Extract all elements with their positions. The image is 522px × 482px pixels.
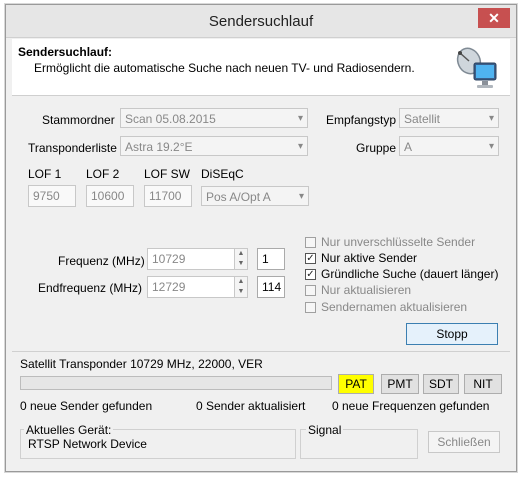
- header-description: Ermöglicht die automatische Suche nach n…: [34, 61, 415, 75]
- stopp-button[interactable]: Stopp: [406, 323, 498, 345]
- chevron-down-icon: ▾: [297, 113, 303, 124]
- frequenz-stepper[interactable]: ▲ ▼: [234, 248, 248, 270]
- lof2-input[interactable]: 10600: [86, 185, 134, 207]
- dialog-header: Sendersuchlauf: Ermöglicht die automatis…: [12, 39, 510, 96]
- frequenz-input[interactable]: 10729: [147, 248, 235, 270]
- table-sdt: SDT: [423, 374, 459, 394]
- stammordner-combo[interactable]: Scan 05.08.2015 ▾: [120, 108, 308, 128]
- option-unverschluesselt-checkbox[interactable]: [305, 237, 316, 248]
- lofsw-input[interactable]: 11700: [144, 185, 192, 207]
- current-device-value: RTSP Network Device: [28, 437, 147, 451]
- option-aktualisieren-checkbox[interactable]: [305, 285, 316, 296]
- option-nur-aktive-label: Nur aktive Sender: [321, 251, 418, 265]
- gruppe-label: Gruppe: [356, 141, 397, 155]
- endfrequenz-index: 114: [257, 276, 285, 298]
- gruppe-value: A: [404, 140, 413, 154]
- transponderliste-label: Transponderliste: [28, 141, 117, 155]
- new-channels-count: 0 neue Sender gefunden: [20, 399, 153, 413]
- endfrequenz-stepper[interactable]: ▲ ▼: [234, 276, 248, 298]
- stammordner-value: Scan 05.08.2015: [125, 112, 216, 126]
- option-sendernamen-checkbox[interactable]: [305, 302, 316, 313]
- transponderliste-value: Astra 19.2°E: [125, 140, 193, 154]
- frequenz-index: 1: [257, 248, 285, 270]
- option-gruendlich-checkbox[interactable]: ✓: [305, 269, 316, 280]
- table-pat: PAT: [338, 374, 374, 394]
- signal-label: Signal: [306, 423, 344, 437]
- gruppe-combo[interactable]: A ▾: [399, 136, 499, 156]
- divider: [12, 351, 510, 352]
- table-pmt: PMT: [381, 374, 419, 394]
- window-close-button[interactable]: ✕: [478, 8, 510, 28]
- title-bar: Sendersuchlauf ✕: [6, 5, 516, 38]
- option-sendernamen-label: Sendernamen aktualisieren: [321, 300, 468, 314]
- chevron-down-icon: ▾: [488, 113, 494, 124]
- chevron-down-icon: ▾: [297, 141, 303, 152]
- new-frequencies-count: 0 neue Frequenzen gefunden: [332, 399, 490, 413]
- diseqc-value: Pos A/Opt A: [206, 190, 271, 204]
- frequenz-label: Frequenz (MHz): [58, 254, 145, 268]
- stammordner-label: Stammordner: [42, 113, 115, 127]
- option-gruendlich-label: Gründliche Suche (dauert länger): [321, 267, 499, 281]
- empfangstyp-value: Satellit: [404, 112, 441, 126]
- option-nur-aktive-checkbox[interactable]: ✓: [305, 253, 316, 264]
- sendersuchlauf-dialog: Sendersuchlauf ✕ Sendersuchlauf: Ermögli…: [5, 4, 517, 472]
- chevron-down-icon: ▾: [488, 141, 494, 152]
- diseqc-label: DiSEqC: [201, 167, 244, 181]
- lofsw-label: LOF SW: [144, 167, 191, 181]
- option-aktualisieren-label: Nur aktualisieren: [321, 283, 412, 297]
- lof1-label: LOF 1: [28, 167, 62, 181]
- schliessen-button[interactable]: Schließen: [428, 431, 500, 453]
- lof2-label: LOF 2: [86, 167, 120, 181]
- chevron-down-icon: ▾: [298, 191, 304, 202]
- current-device-label: Aktuelles Gerät:: [24, 423, 114, 437]
- window-title: Sendersuchlauf: [208, 13, 314, 30]
- transponder-status: Satellit Transponder 10729 MHz, 22000, V…: [20, 357, 263, 371]
- lof1-input[interactable]: 9750: [28, 185, 76, 207]
- endfrequenz-label: Endfrequenz (MHz): [38, 281, 143, 295]
- scan-progress-bar: [20, 376, 332, 390]
- transponderliste-combo[interactable]: Astra 19.2°E ▾: [120, 136, 308, 156]
- table-nit: NIT: [464, 374, 502, 394]
- diseqc-combo[interactable]: Pos A/Opt A ▾: [201, 186, 309, 206]
- updated-channels-count: 0 Sender aktualisiert: [196, 399, 306, 413]
- option-unverschluesselt-label: Nur unverschlüsselte Sender: [321, 235, 476, 249]
- endfrequenz-input[interactable]: 12729: [147, 276, 235, 298]
- empfangstyp-combo[interactable]: Satellit ▾: [399, 108, 499, 128]
- header-title: Sendersuchlauf:: [18, 45, 113, 59]
- empfangstyp-label: Empfangstyp: [326, 113, 397, 127]
- satellite-computer-icon: [456, 47, 497, 88]
